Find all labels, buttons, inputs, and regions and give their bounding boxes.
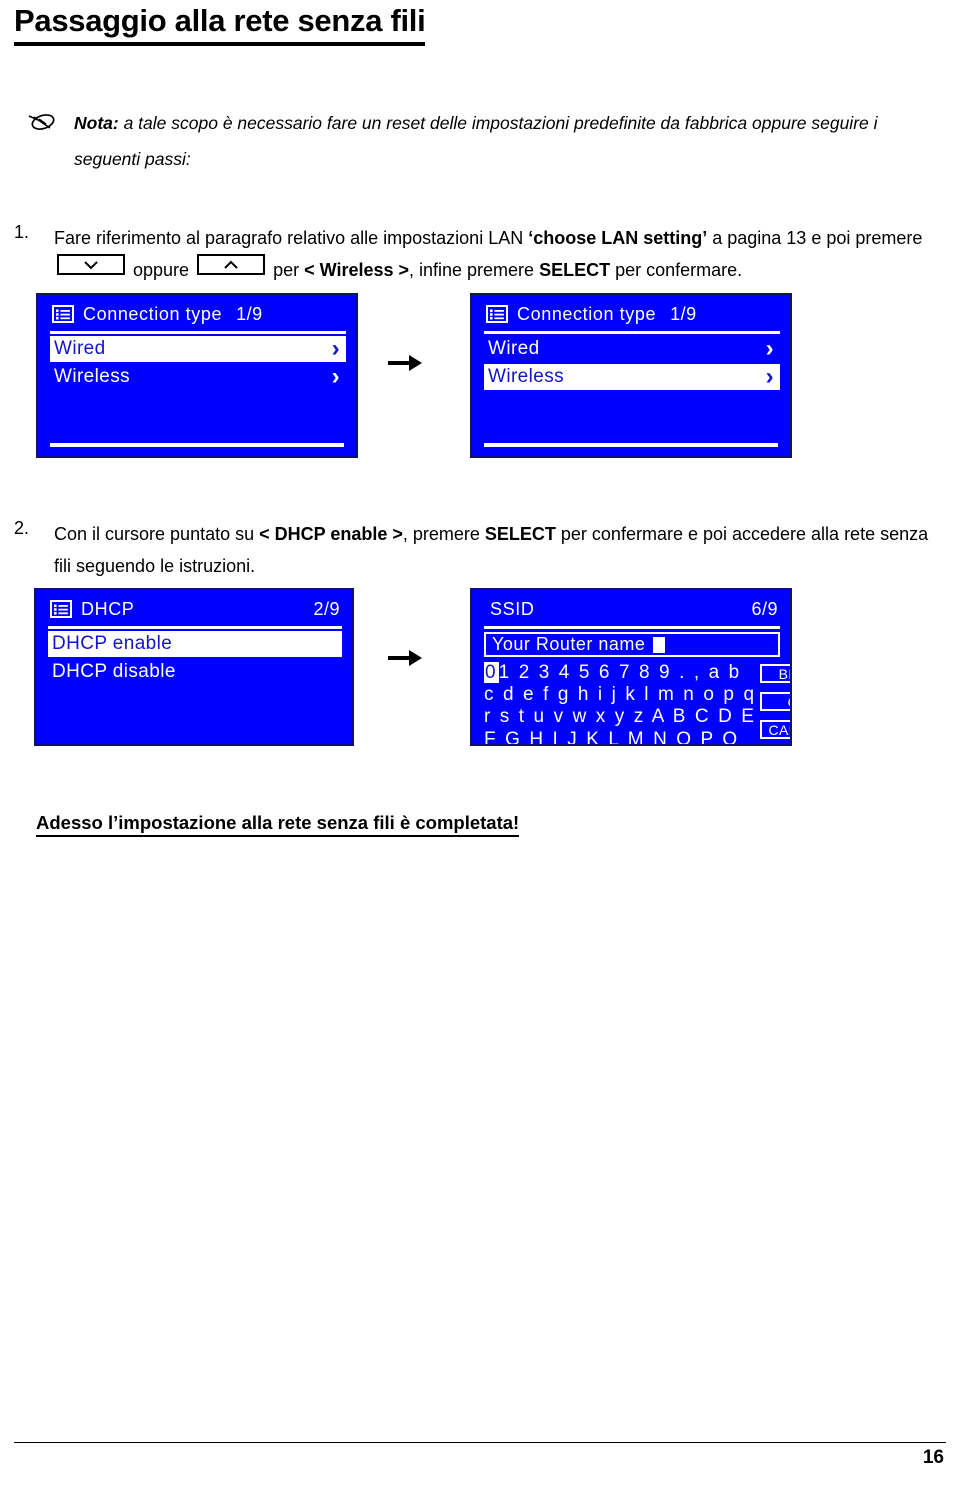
note-block: Nota: a tale scopo è necessario fare un … [26,106,926,178]
step-1-text-e: , infine premere [409,260,540,281]
step-1-text-c: oppure [128,260,195,281]
step-1-number: 1. [14,222,30,242]
footer-divider [484,443,778,447]
step-1-bold-select: SELECT [539,260,611,281]
menu-item-wired[interactable]: Wired › [50,336,346,362]
chevron-right-icon: › [331,363,340,390]
step-1-text-b: a pagina 13 e poi premere [707,228,923,248]
screen-connection-type-after: Connection type 1/9 Wired › Wireless › [470,293,792,458]
step-1-text-a: Fare riferimento al paragrafo relativo a… [54,228,529,248]
step-2-text: Con il cursore puntato su < DHCP enable … [54,518,934,582]
screen-connection-type-before: Connection type 1/9 Wired › Wireless › [36,293,358,458]
footer-divider [14,1442,946,1443]
screen-title: Connection type [517,303,657,324]
menu-item-dhcp-disable[interactable]: DHCP disable [48,659,342,685]
ssid-input[interactable]: Your Router name [484,632,780,657]
keyboard-row[interactable]: F G H I J K L M N O P Q [484,729,756,744]
ssid-input-value: Your Router name [492,634,646,654]
pen-note-icon [26,110,60,134]
ssid-action-buttons: BKSP OK CANCEL [760,662,790,744]
step-2: 2. Con il cursore puntato su < DHCP enab… [14,518,934,582]
footer-divider [50,443,344,447]
selected-character[interactable]: 0 [484,662,499,683]
screen-header: Connection type 1/9 [38,295,356,329]
screen-title: SSID [490,598,535,619]
right-arrow-icon [386,645,428,671]
menu-item-wired[interactable]: Wired › [484,336,780,362]
screen-title: DHCP [81,598,135,619]
chevron-right-icon: › [331,335,340,362]
ssid-keyboard: 01 2 3 4 5 6 7 8 9 . , a b c d e f g h i… [484,662,790,744]
screen-page-indicator: 1/9 [670,303,697,324]
up-chevron-key[interactable] [197,254,266,276]
menu-item-label: Wired [54,338,106,359]
chevron-right-icon: › [765,335,774,362]
step-2-number: 2. [14,518,30,538]
screen-header: SSID 6/9 [472,590,790,624]
list-menu-icon [50,600,72,618]
step-2-text-a: Con il cursore puntato su [54,524,260,544]
cancel-button[interactable]: CANCEL [760,720,790,739]
screen-title: Connection type [83,303,223,324]
backspace-button[interactable]: BKSP [760,664,790,683]
note-label: Nota: [74,113,119,133]
screen-header: Connection type 1/9 [472,295,790,329]
step-1-text-f: per confermare. [610,260,743,281]
character-grid: 01 2 3 4 5 6 7 8 9 . , a b c d e f g h i… [484,662,756,744]
keyboard-row[interactable]: 01 2 3 4 5 6 7 8 9 . , a b [484,662,756,684]
right-arrow-icon [386,350,428,376]
screen-ssid-keyboard: SSID 6/9 Your Router name 01 2 3 4 5 6 7… [470,588,792,746]
menu-item-wireless[interactable]: Wireless › [50,364,346,390]
keyboard-row-characters[interactable]: 1 2 3 4 5 6 7 8 9 . , a b [499,662,742,683]
closing-statement: Adesso l’impostazione alla rete senza fi… [36,812,520,837]
screen-dhcp: DHCP 2/9 DHCP enable DHCP disable [34,588,354,746]
step-1-text-d: per [268,260,305,281]
screen-page-indicator: 6/9 [751,598,778,619]
header-divider [484,626,780,629]
screen-page-indicator: 2/9 [313,598,340,619]
step-1-text: Fare riferimento al paragrafo relativo a… [54,222,934,286]
chevron-right-icon: › [765,363,774,390]
screen-page-indicator: 1/9 [236,303,263,324]
header-divider [50,331,346,334]
menu-item-label: Wireless [54,366,131,387]
note-body: a tale scopo è necessario fare un reset … [74,113,878,169]
menu-item-label: Wired [488,338,540,359]
text-cursor [653,636,666,653]
header-divider [48,626,342,629]
menu-item-dhcp-enable[interactable]: DHCP enable [48,631,342,657]
menu-item-wireless[interactable]: Wireless › [484,364,780,390]
keyboard-row[interactable]: c d e f g h i j k l m n o p q [484,684,756,706]
step-2-bold-select: SELECT [484,524,556,544]
page-title: Passaggio alla rete senza fili [14,3,426,46]
ok-button[interactable]: OK [760,692,790,711]
step-2-text-b: , premere [402,524,485,544]
note-text: Nota: a tale scopo è necessario fare un … [74,106,926,178]
list-menu-icon [52,305,74,323]
page-number: 16 [922,1447,944,1468]
menu-item-label: Wireless [488,366,565,387]
step-1-bold-wireless: < Wireless > [304,260,409,281]
menu-item-label: DHCP enable [52,633,173,654]
step-1: 1. Fare riferimento al paragrafo relativ… [14,222,934,286]
menu-item-label: DHCP disable [52,661,176,682]
list-menu-icon [486,305,508,323]
header-divider [484,331,780,334]
down-chevron-key[interactable] [57,254,125,276]
step-2-bold-dhcp-enable: < DHCP enable > [259,524,403,544]
screen-header: DHCP 2/9 [36,590,352,624]
keyboard-row[interactable]: r s t u v w x y z A B C D E [484,706,756,728]
step-1-bold-choose-lan-setting: ‘choose LAN setting’ [528,228,708,248]
